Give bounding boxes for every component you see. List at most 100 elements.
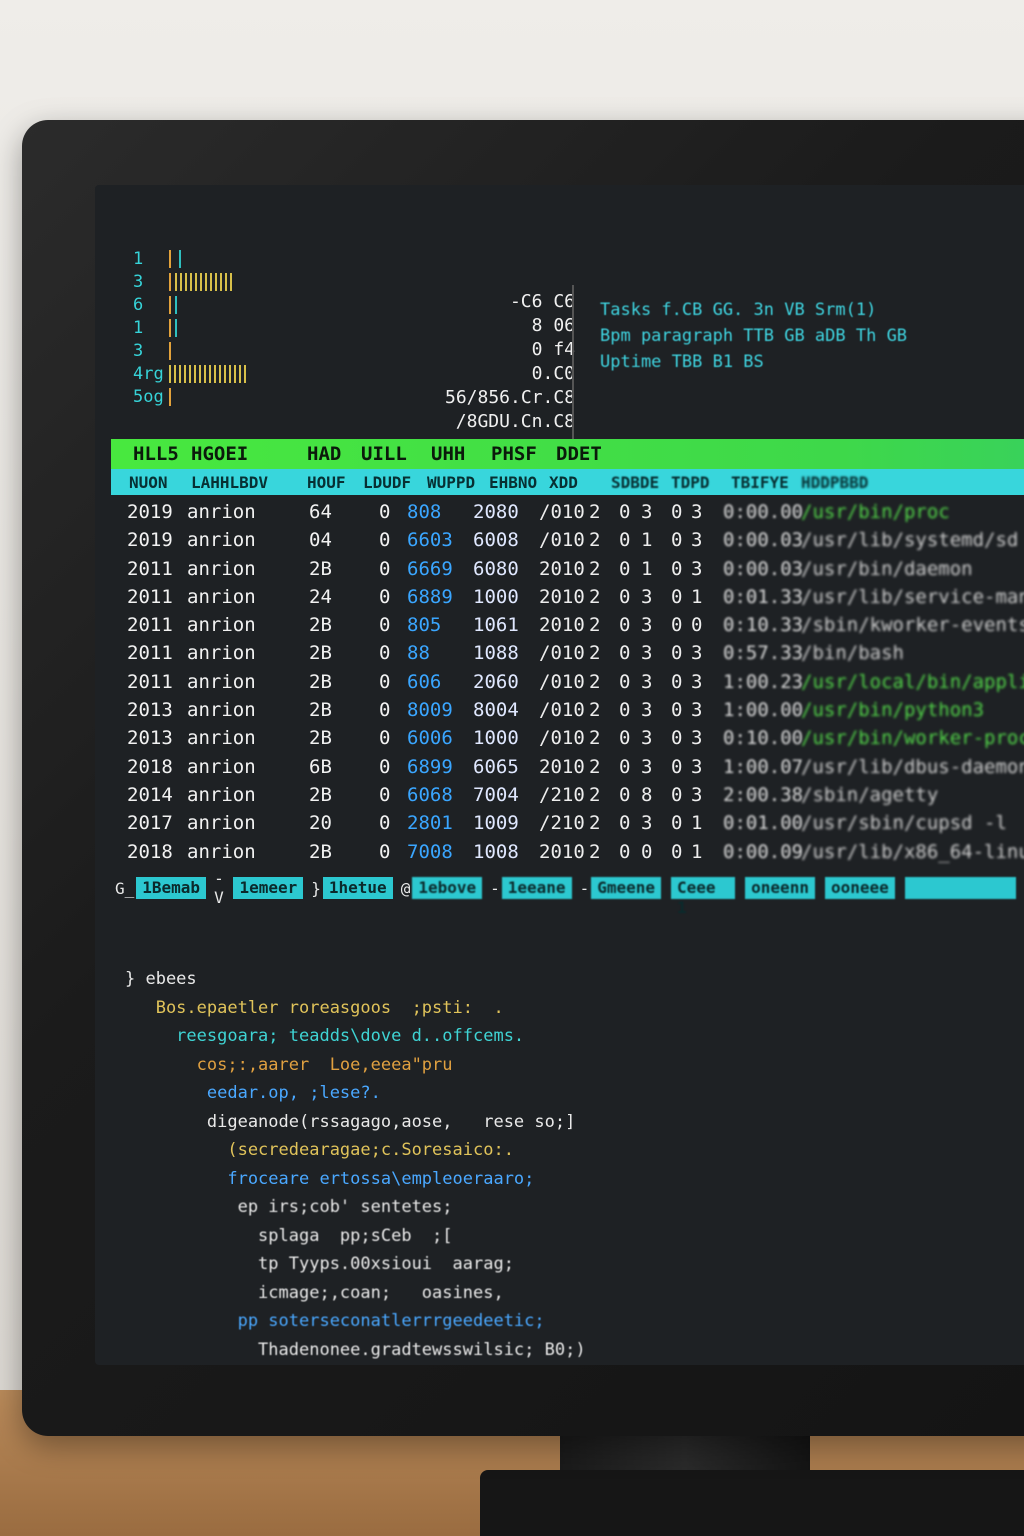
- cpu-meter-row: 6: [133, 293, 273, 316]
- table-row[interactable]: 2011 anrion 24 0 6889 1000 2010 2 0 3 0 1 0:01.33/us…: [111, 582, 1024, 610]
- cell-nice: 0: [379, 840, 391, 863]
- function-key-code: @: [400, 878, 411, 898]
- table-row[interactable]: 2011 anrion 2B 0 805 1061 2010 2 0 3 0 0 0:10.33/sbi…: [111, 610, 1024, 638]
- cell-priority: 20: [309, 812, 332, 835]
- column-header[interactable]: NUON: [129, 473, 168, 492]
- column-header[interactable]: XDD: [549, 473, 578, 492]
- column-header[interactable]: HOUF: [307, 473, 346, 492]
- cell-cpu-frac: 3: [641, 812, 653, 835]
- cell-user: anrion: [187, 670, 256, 693]
- column-header[interactable]: UILL: [361, 443, 407, 465]
- cpu-meter-number: 6: [133, 294, 144, 315]
- cpu-meter-number: 3: [133, 271, 144, 292]
- table-row[interactable]: 2019 anrion 64 0 808 2080/010 2 0 3 0 3 0:00.00/usr…: [111, 497, 1024, 525]
- cell-command: /usr/bin/proc: [801, 501, 950, 523]
- cell-state: 2: [589, 501, 601, 523]
- cell-shr: 2010: [539, 614, 585, 637]
- terminal-screen[interactable]: 1 3 6 1 3 4rg 5og -C6 C6 8 06 0 f4 0.C0 …: [95, 185, 1024, 1365]
- function-key-button[interactable]: 1ebove: [412, 877, 483, 899]
- cpu-meter-bar: [175, 295, 191, 314]
- column-header[interactable]: UHH: [431, 443, 465, 465]
- cell-state: 2: [589, 585, 601, 608]
- cpu-meter-bar: [169, 249, 171, 268]
- cell-virt: 6068: [407, 783, 453, 806]
- column-header[interactable]: HLL5: [133, 443, 179, 465]
- cell-shr: 2010: [539, 585, 585, 608]
- cell-state: 2: [589, 670, 601, 693]
- table-row[interactable]: 2011 anrion 2B 0 88 1088/010 2 0 3 0 3 0:57.33/bin/…: [111, 638, 1024, 666]
- code-editor[interactable]: } ebees Bos.epaetler roreasgoos ;psti: .…: [125, 965, 1005, 1365]
- column-header[interactable]: HGOEI: [191, 443, 248, 465]
- cell-time: 1:00.07: [723, 755, 804, 778]
- cell-time: 0:00.00: [723, 501, 804, 523]
- column-header[interactable]: LAHHLBDV: [191, 473, 268, 492]
- column-header[interactable]: HDDPBBD: [801, 473, 868, 492]
- function-key-button[interactable]: Ceee 1: [671, 877, 736, 917]
- table-row[interactable]: 2013 anrion 2B 0 8009 8004/010 2 0 3 0 3 1:00.00/us…: [111, 695, 1024, 723]
- cpu-meter-bar: [175, 272, 235, 291]
- process-table-subheader: NUON LAHHLBDV HOUF LDUDF WUPPD EHBNO XDD…: [111, 469, 1024, 495]
- cell-pid: 2011: [127, 614, 173, 637]
- function-key-button[interactable]: Gmeene: [591, 877, 661, 899]
- cell-user: anrion: [187, 840, 256, 863]
- table-row[interactable]: 2011 anrion 2B 0 6669 6080 2010 2 0 1 0 3 0:00.03/us…: [111, 554, 1024, 582]
- column-header[interactable]: TBIFYE: [731, 473, 789, 492]
- column-header[interactable]: SDBDE: [611, 473, 659, 492]
- cell-cpu: 0: [619, 812, 631, 835]
- cell-shr: 2010: [539, 840, 585, 863]
- cell-time: 0:57.33: [723, 642, 804, 665]
- table-row[interactable]: 2018 anrion 2B 0 7008 1008 2010 2 0 0 0 1 0:00.09/us…: [111, 837, 1024, 865]
- cell-cpu-frac: 3: [641, 699, 653, 722]
- process-list[interactable]: 2019 anrion 64 0 808 2080/010 2 0 3 0 3 0:00.00/usr…: [111, 497, 1024, 865]
- column-header[interactable]: TDPD: [671, 473, 710, 492]
- function-key-button[interactable]: 1emeer: [233, 877, 304, 899]
- cell-res: 8004: [473, 699, 519, 722]
- cell-mem: 0: [671, 755, 683, 778]
- cell-pid: 2011: [127, 670, 173, 693]
- cell-mem: 0: [671, 670, 683, 693]
- cell-time: 2:00.38: [723, 783, 804, 806]
- cell-mem-frac: 3: [691, 783, 703, 806]
- cell-pid: 2018: [127, 755, 173, 778]
- function-key-button[interactable]: 1eeane: [501, 877, 572, 899]
- cell-user: anrion: [187, 585, 256, 608]
- code-line: (secredearagae;c.Soresaico:.: [125, 1140, 514, 1160]
- cell-state: 2: [589, 783, 601, 806]
- function-key-button[interactable]: 1Bemab: [136, 877, 207, 899]
- cell-res: 1009: [473, 812, 519, 835]
- table-row[interactable]: 2011 anrion 2B 0 606 2060/010 2 0 3 0 3 1:00.23/usr…: [111, 667, 1024, 695]
- code-line: splaga pp;sCeb ;[: [125, 1225, 453, 1246]
- cell-mem: 0: [671, 501, 683, 523]
- column-header[interactable]: WUPPD: [427, 473, 475, 492]
- table-row[interactable]: 2014 anrion 2B 0 6068 7004/210 2 0 8 0 3 2:00.38/sb…: [111, 780, 1024, 808]
- cell-res: 7004: [473, 783, 519, 806]
- cell-user: anrion: [187, 699, 256, 722]
- function-key-button[interactable]: oneenn: [745, 877, 815, 899]
- table-row[interactable]: 2019 anrion 04 0 6603 6008/010 2 0 1 0 3 0:00.03/us…: [111, 525, 1024, 553]
- cell-mem: 0: [671, 699, 683, 722]
- cell-cpu-frac: 1: [641, 557, 653, 580]
- function-key-button[interactable]: 1hetue: [322, 877, 393, 899]
- function-key-button[interactable]: [904, 877, 1017, 899]
- cell-mem: 0: [671, 812, 683, 835]
- cell-virt: 6899: [407, 755, 453, 778]
- table-row[interactable]: 2013 anrion 2B 0 6006 1000/010 2 0 3 0 3 0:10.00/us…: [111, 723, 1024, 751]
- cell-pid: 2014: [127, 783, 173, 806]
- column-header[interactable]: LDUDF: [363, 473, 411, 492]
- column-header[interactable]: HAD: [307, 443, 341, 465]
- cell-time: 0:10.00: [723, 727, 804, 750]
- cell-cpu-frac: 0: [641, 840, 653, 863]
- cell-cpu: 0: [619, 699, 631, 722]
- column-header[interactable]: DDET: [556, 443, 602, 465]
- table-row[interactable]: 2018 anrion 6B 0 6899 6065 2010 2 0 3 0 3 1:00.07/us…: [111, 752, 1024, 780]
- cell-state: 2: [589, 755, 601, 778]
- cell-cpu: 0: [619, 501, 631, 523]
- column-header[interactable]: EHBNO: [489, 473, 537, 492]
- memory-stat: -C6 C6: [509, 291, 575, 312]
- function-key-button[interactable]: ooneee: [824, 877, 895, 899]
- cell-mem-frac: 3: [691, 670, 703, 693]
- cell-nice: 0: [379, 557, 391, 580]
- cell-cpu-frac: 3: [641, 727, 653, 750]
- column-header[interactable]: PHSF: [491, 443, 537, 465]
- table-row[interactable]: 2017 anrion 20 0 2801 1009/210 2 0 3 0 1 0:01.00/us…: [111, 808, 1024, 836]
